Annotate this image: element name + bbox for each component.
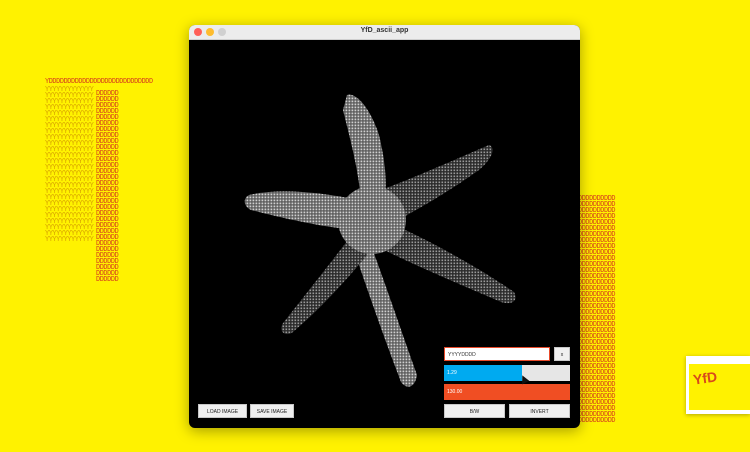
bw-button[interactable]: B/W	[444, 404, 505, 418]
window-title: YfD_ascii_app	[360, 27, 409, 34]
background-ascii-left-red: DDDDDD DDDDDD DDDDDD DDDDDD DDDDDD DDDDD…	[96, 90, 119, 283]
title-bar[interactable]: YfD_ascii_app	[189, 25, 580, 40]
invert-button[interactable]: INVERT	[509, 404, 570, 418]
app-window: YfD_ascii_app YYYYDDDD x 1.29 130.00 B/W…	[189, 25, 580, 428]
characters-input[interactable]: YYYYDDDD	[444, 347, 550, 361]
clear-button[interactable]: x	[554, 347, 570, 361]
slider-value-label: 1.29	[447, 370, 457, 376]
scale-slider[interactable]: 1.29	[444, 365, 570, 381]
thumbnail-preview: YfD	[689, 364, 750, 410]
background-ascii-right: DDDDDDDDDD DDDDDDDDDD DDDDDDDDDD DDDDDDD…	[578, 195, 616, 424]
load-image-button[interactable]: LOAD IMAGE	[198, 404, 247, 418]
save-image-button[interactable]: SAVE IMAGE	[250, 404, 294, 418]
screenshot-thumbnail[interactable]: YfD	[686, 356, 750, 414]
starfish-shape	[244, 94, 516, 387]
threshold-field[interactable]: 130.00	[444, 384, 570, 400]
thumbnail-label: YfD	[692, 368, 719, 388]
